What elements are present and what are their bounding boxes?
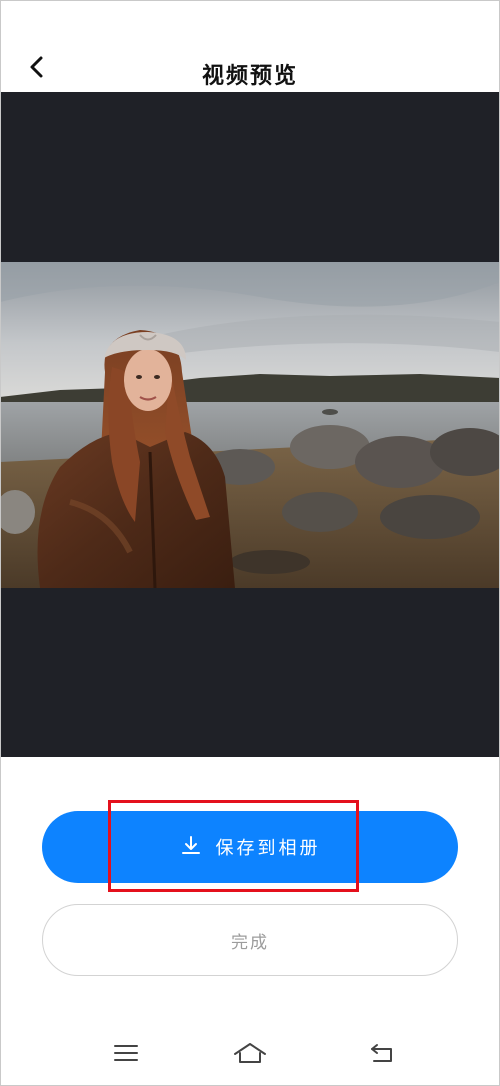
page-title: 视频预览 xyxy=(201,64,298,89)
nav-menu-button[interactable] xyxy=(106,1040,146,1070)
nav-back-button[interactable] xyxy=(362,1040,402,1070)
menu-icon xyxy=(113,1042,139,1068)
nav-home-button[interactable] xyxy=(230,1040,270,1070)
download-icon xyxy=(180,834,202,860)
done-button[interactable]: 完成 xyxy=(42,904,458,976)
save-to-album-button[interactable]: 保存到相册 xyxy=(42,811,458,883)
preview-image xyxy=(0,262,500,588)
done-button-label: 完成 xyxy=(231,932,269,953)
top-bar: 视频预览 xyxy=(0,40,500,92)
return-icon xyxy=(368,1041,396,1069)
system-nav-bar xyxy=(0,1030,500,1086)
save-button-label: 保存到相册 xyxy=(215,838,321,859)
video-preview[interactable] xyxy=(0,92,500,757)
home-icon xyxy=(232,1041,268,1069)
